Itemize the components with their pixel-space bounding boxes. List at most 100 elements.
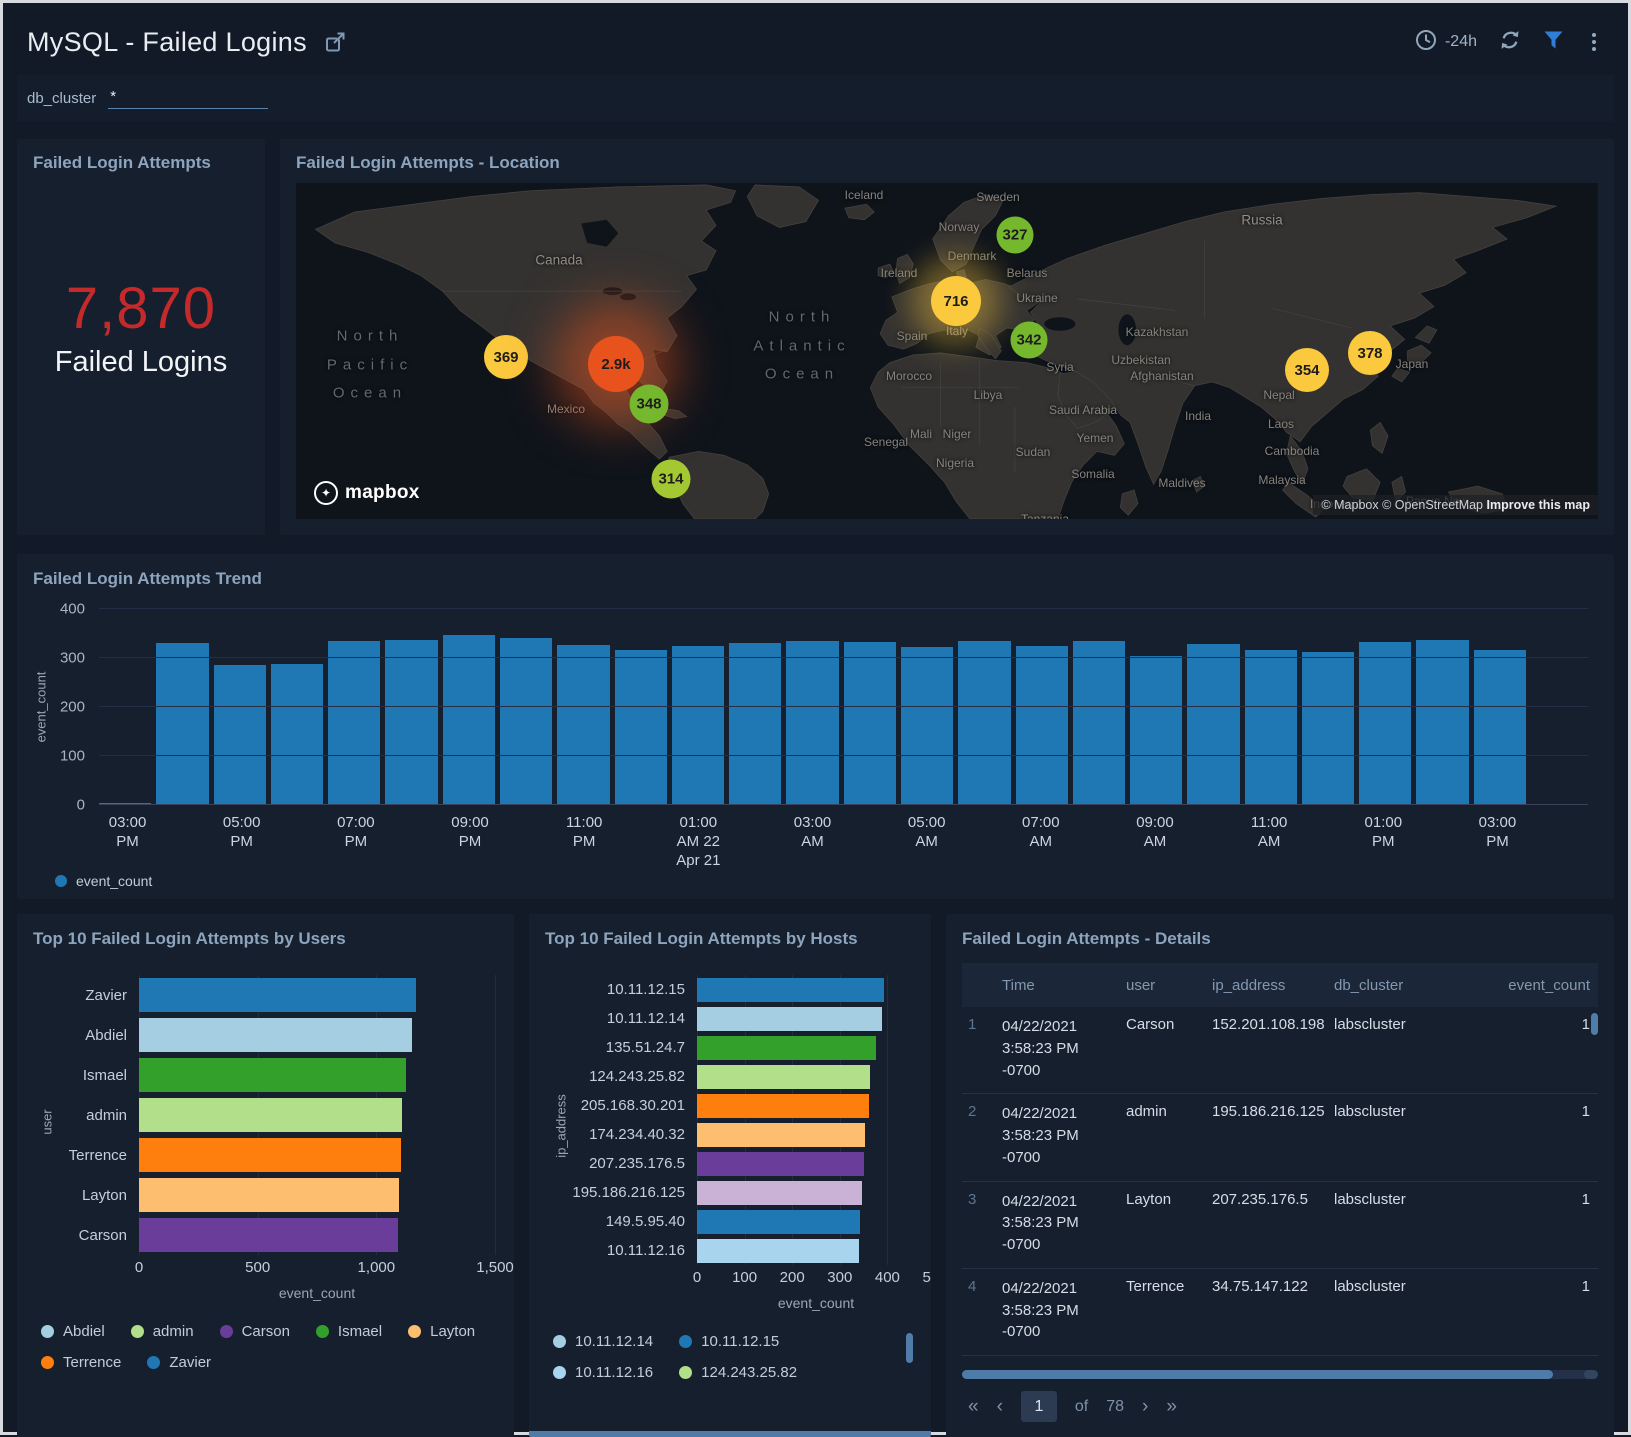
top-hosts-panel: Top 10 Failed Login Attempts by Hosts ip… — [529, 914, 931, 1437]
trend-bar[interactable] — [1474, 650, 1526, 805]
trend-bar[interactable] — [500, 638, 552, 805]
trend-bar[interactable] — [1187, 644, 1239, 805]
trend-gridline — [99, 608, 1588, 609]
hbar-bar[interactable] — [697, 1065, 870, 1089]
refresh-icon[interactable] — [1499, 29, 1521, 56]
trend-bar[interactable] — [1130, 656, 1182, 805]
cell-event-count: 1 — [1450, 1191, 1598, 1256]
time-range-control[interactable]: -24h — [1415, 29, 1477, 56]
trend-bar[interactable] — [786, 641, 838, 805]
map-cluster-bubble[interactable]: 2.9k — [588, 336, 644, 392]
map-cluster-bubble[interactable]: 342 — [1011, 322, 1048, 359]
db-cluster-filter-input[interactable]: * — [108, 88, 268, 109]
trend-y-axis-label: event_count — [34, 672, 49, 743]
hbar-track — [139, 1015, 498, 1055]
trend-bar[interactable] — [385, 640, 437, 805]
trend-bar[interactable] — [1302, 652, 1354, 805]
hbar-bar[interactable] — [697, 1210, 860, 1234]
current-page[interactable]: 1 — [1021, 1391, 1057, 1422]
last-page-button[interactable]: » — [1166, 1396, 1177, 1418]
map-cluster-bubble[interactable]: 716 — [931, 276, 981, 326]
legend-dot — [41, 1356, 54, 1369]
hbar-track — [697, 1149, 915, 1178]
next-page-button[interactable]: › — [1142, 1396, 1148, 1418]
trend-bar[interactable] — [672, 646, 724, 805]
hbar-row: 149.5.95.40 — [545, 1207, 915, 1236]
hbar-row: 10.11.12.15 — [545, 975, 915, 1004]
cell-user: Terrence — [1120, 1278, 1206, 1343]
cell-db-cluster: labscluster — [1328, 1103, 1450, 1168]
hbar-bar[interactable] — [139, 1178, 399, 1212]
hbar-bar[interactable] — [139, 1138, 401, 1172]
hbar-track — [139, 1175, 498, 1215]
prev-page-button[interactable]: ‹ — [997, 1396, 1003, 1418]
trend-bar[interactable] — [1416, 640, 1468, 805]
kebab-menu-icon[interactable] — [1586, 31, 1602, 53]
trend-bar[interactable] — [271, 664, 323, 805]
mapbox-icon: ✦ — [314, 481, 338, 505]
trend-bar[interactable] — [443, 635, 495, 805]
trend-bar[interactable] — [328, 641, 380, 805]
hosts-bar-chart: ip_address10.11.12.1510.11.12.14135.51.2… — [545, 975, 915, 1311]
map-cluster-bubble[interactable]: 369 — [484, 335, 528, 379]
trend-bar[interactable] — [958, 641, 1010, 805]
hbar-bar[interactable] — [697, 1123, 865, 1147]
trend-bar[interactable] — [1245, 650, 1297, 805]
hbar-bar[interactable] — [697, 978, 884, 1002]
map-panel-title: Failed Login Attempts - Location — [296, 153, 1598, 173]
hbar-bar[interactable] — [697, 1239, 859, 1263]
hosts-panel-scrollbar[interactable] — [529, 1431, 931, 1437]
hbar-bar[interactable] — [139, 978, 416, 1012]
map-cluster-bubble[interactable]: 378 — [1348, 331, 1392, 375]
cell-event-count: 1 — [1450, 1365, 1598, 1367]
cell-time: 04/22/2021 3:58:23 PM -0700 — [996, 1278, 1120, 1343]
hbar-bar[interactable] — [139, 1058, 406, 1092]
x-axis-label: event_count — [697, 1295, 931, 1311]
cell-time: 04/22/2021 3:58:23 PM -0700 — [996, 1016, 1120, 1081]
trend-bar[interactable] — [557, 645, 609, 805]
improve-map-link[interactable]: Improve this map — [1487, 498, 1591, 512]
trend-bar[interactable] — [729, 643, 781, 805]
trend-bar[interactable] — [615, 650, 667, 805]
page-title: MySQL - Failed Logins — [27, 27, 307, 58]
hbar-bar[interactable] — [139, 1018, 412, 1052]
trend-x-tick: 07:00 AM — [1022, 814, 1060, 852]
hbar-bar[interactable] — [697, 1152, 864, 1176]
hbar-bar[interactable] — [697, 1036, 876, 1060]
map-cluster-bubble[interactable]: 327 — [997, 217, 1034, 254]
trend-bar[interactable] — [1073, 641, 1125, 805]
row-number: 5 — [962, 1365, 996, 1367]
first-page-button[interactable]: « — [968, 1396, 979, 1418]
hbar-row: Layton — [33, 1175, 498, 1215]
filter-icon[interactable] — [1543, 30, 1564, 55]
hbar-row: 10.11.12.16 — [545, 1236, 915, 1265]
hbar-category-label: Terrence — [33, 1147, 139, 1164]
hbar-bar[interactable] — [697, 1094, 869, 1118]
map-cluster-bubble[interactable]: 354 — [1285, 348, 1329, 392]
map-cluster-bubble[interactable]: 314 — [652, 460, 691, 499]
trend-bar[interactable] — [1359, 642, 1411, 805]
trend-bar[interactable] — [901, 647, 953, 805]
mapbox-logo[interactable]: ✦ mapbox — [314, 481, 420, 505]
users-panel-title: Top 10 Failed Login Attempts by Users — [33, 929, 498, 949]
hbar-bar[interactable] — [139, 1098, 402, 1132]
map-canvas[interactable]: North Pacific OceanNorth Atlantic OceanC… — [296, 183, 1598, 519]
trend-bar[interactable] — [1016, 646, 1068, 805]
hbar-category-label: Carson — [33, 1227, 139, 1244]
hosts-legend-scrollbar[interactable] — [906, 1333, 913, 1363]
map-cluster-bubble[interactable]: 348 — [630, 385, 669, 424]
hbar-category-label: 207.235.176.5 — [545, 1155, 697, 1172]
trend-bar[interactable] — [214, 665, 266, 805]
trend-bar[interactable] — [844, 642, 896, 805]
details-table-hscrollbar[interactable] — [962, 1370, 1598, 1379]
hbar-x-tick: 1,000 — [358, 1259, 396, 1276]
details-table-vscrollbar[interactable] — [1591, 1013, 1598, 1035]
hbar-track — [697, 1120, 915, 1149]
share-icon[interactable] — [323, 30, 347, 54]
hbar-bar[interactable] — [697, 1007, 882, 1031]
row-number: 1 — [962, 1016, 996, 1081]
trend-bar[interactable] — [156, 643, 208, 805]
hbar-bar[interactable] — [139, 1218, 398, 1252]
hbar-bar[interactable] — [697, 1181, 862, 1205]
hbar-row: Ismael — [33, 1055, 498, 1095]
